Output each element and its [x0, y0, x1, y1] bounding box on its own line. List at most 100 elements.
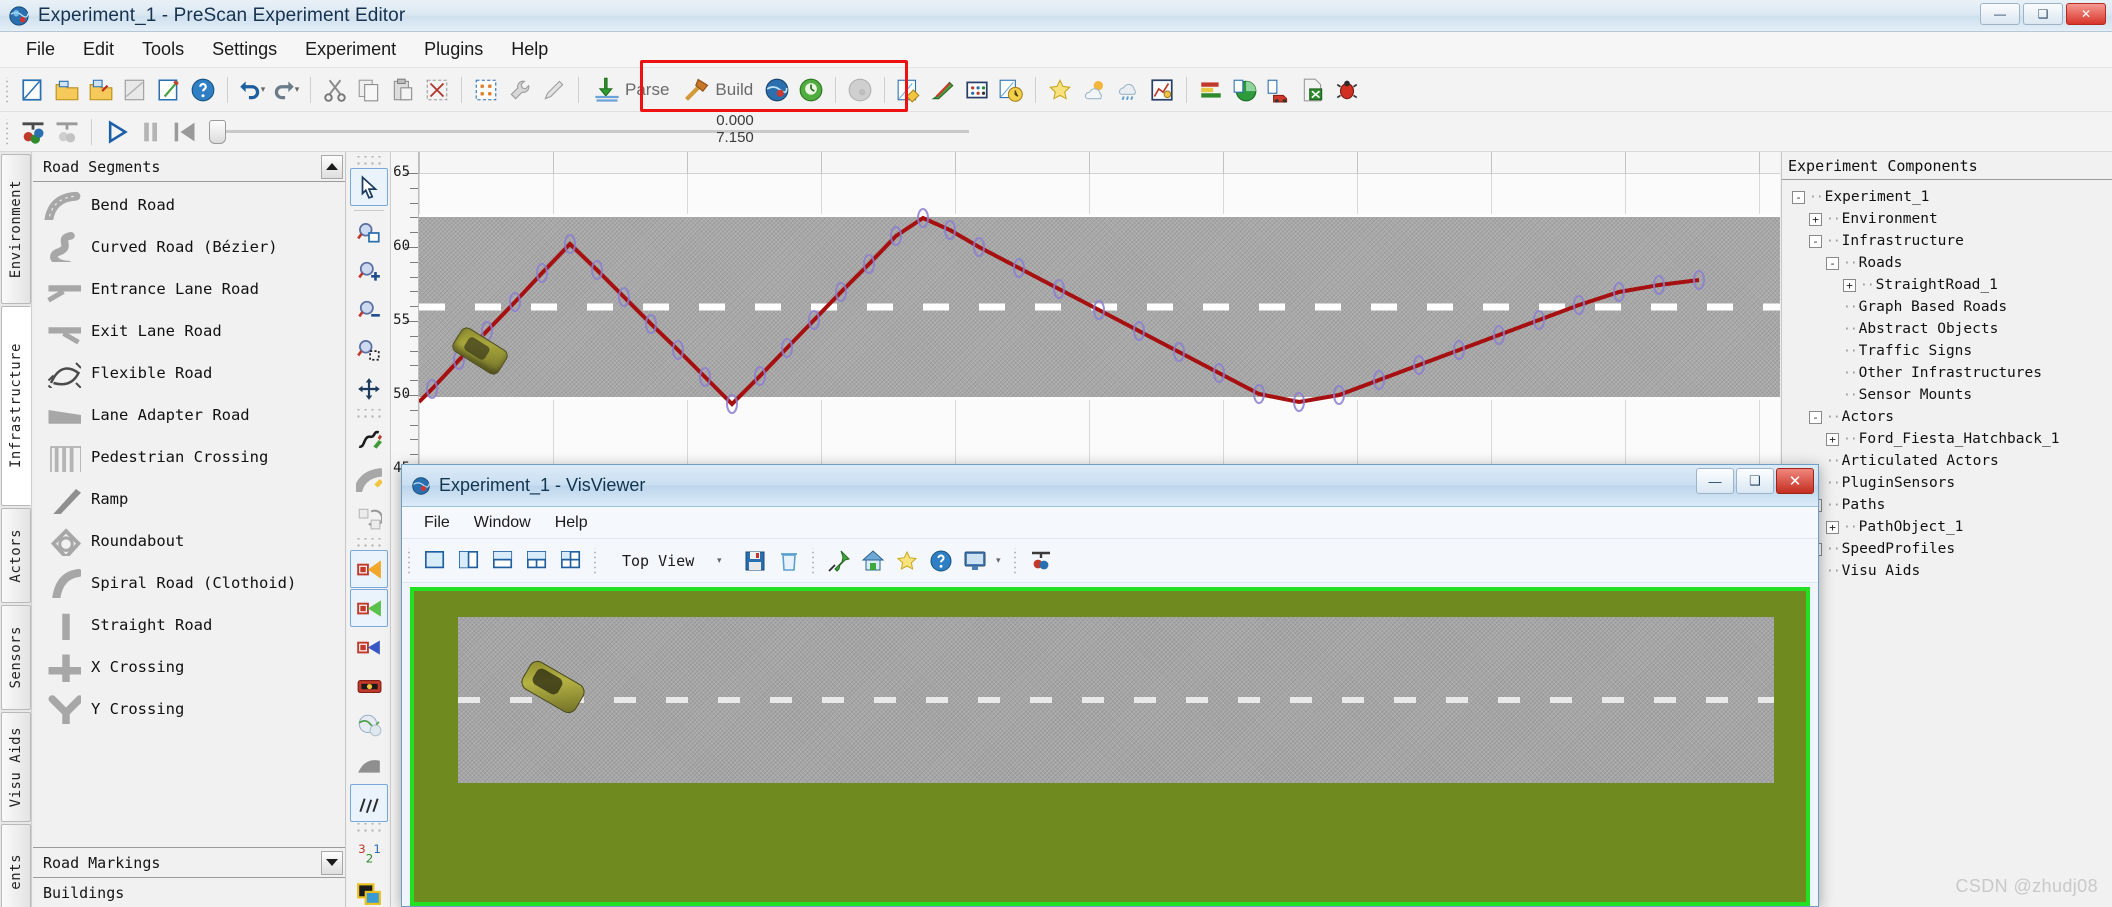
menu-file[interactable]: File — [12, 35, 69, 64]
tree-node-experiment_1[interactable]: - ·· Experiment_1 — [1786, 186, 2112, 208]
new-experiment-button[interactable] — [16, 73, 50, 107]
palette-item-pedestrian-crossing[interactable]: Pedestrian Crossing — [33, 436, 345, 478]
display-monitor-button[interactable] — [958, 545, 992, 577]
view-mode-label[interactable]: Top View — [604, 552, 704, 570]
open-experiment-button[interactable] — [50, 73, 84, 107]
rewind-button[interactable] — [167, 115, 201, 149]
build-tools-button[interactable] — [892, 73, 926, 107]
visviewer-maximize-button[interactable]: ❑ — [1736, 468, 1774, 494]
slider-track[interactable] — [223, 130, 969, 133]
weather-sun-cloud-button[interactable] — [1077, 73, 1111, 107]
sidebar-tab-infrastructure[interactable]: Infrastructure — [1, 306, 31, 506]
chevron-down-icon[interactable]: ▾ — [295, 84, 300, 95]
run-realtime-button[interactable] — [794, 73, 828, 107]
select-all-button[interactable] — [469, 73, 503, 107]
toolstrip-grip[interactable] — [354, 156, 383, 168]
tree-node-graph-based-roads[interactable]: ·· Graph Based Roads — [1786, 296, 2112, 318]
run-simulink-button[interactable] — [760, 73, 794, 107]
scene-home-button[interactable] — [856, 545, 890, 577]
sidebar-tab-environment[interactable]: Environment — [1, 154, 31, 304]
toolstrip-grip[interactable] — [354, 823, 383, 835]
save-as-button[interactable] — [118, 73, 152, 107]
zoom-window-tool-button[interactable] — [350, 214, 388, 252]
redo-button[interactable]: ▾ — [269, 73, 303, 107]
tree-node-pluginsensors[interactable]: ·· PluginSensors — [1786, 472, 2112, 494]
weather-rain-button[interactable] — [1111, 73, 1145, 107]
tree-node-pathobject_1[interactable]: + ·· PathObject_1 — [1786, 516, 2112, 538]
palette-category-road-markings[interactable]: Road Markings — [33, 847, 345, 877]
tree-node-straightroad_1[interactable]: + ·· StraightRoad_1 — [1786, 274, 2112, 296]
slider-handle[interactable] — [209, 119, 226, 144]
tree-node-infrastructure[interactable]: - ·· Infrastructure — [1786, 230, 2112, 252]
palette-item-lane-adapter-road[interactable]: Lane Adapter Road — [33, 394, 345, 436]
debug-bug-button[interactable] — [1330, 73, 1364, 107]
paste-button[interactable] — [386, 73, 420, 107]
pin-button[interactable] — [822, 545, 856, 577]
toolbar-grip[interactable] — [406, 547, 414, 574]
select-arrow-tool-button[interactable] — [349, 168, 388, 206]
vehicle-data-button[interactable] — [1262, 73, 1296, 107]
chevron-down-icon[interactable]: ▾ — [261, 84, 266, 95]
favorites-star-button[interactable] — [1043, 73, 1077, 107]
close-button[interactable]: ✕ — [2066, 3, 2106, 25]
palette-item-entrance-lane-road[interactable]: Entrance Lane Road — [33, 268, 345, 310]
palette-item-roundabout[interactable]: Roundabout — [33, 520, 345, 562]
tis-sensor-tool-button[interactable] — [350, 667, 388, 705]
toolbar-grip[interactable] — [1012, 547, 1021, 574]
edit-path-tool-button[interactable] — [350, 421, 388, 459]
layout-single-button[interactable] — [418, 545, 452, 577]
pan-move-tool-button[interactable] — [350, 370, 388, 408]
lidar-sensor-tool-button[interactable] — [350, 628, 388, 666]
parse-button[interactable]: Parse — [586, 73, 676, 107]
expand-toggle-icon[interactable]: + — [1809, 212, 1822, 226]
run-disabled-button[interactable] — [843, 73, 877, 107]
tree-node-actors[interactable]: - ·· Actors — [1786, 406, 2112, 428]
palette-item-curved-road-b-zier[interactable]: Curved Road (Bézier) — [33, 226, 345, 269]
sidebar-tab-ents[interactable]: ents — [1, 824, 31, 907]
save-view-button[interactable] — [738, 545, 772, 577]
save-experiment-button[interactable] — [84, 73, 118, 107]
collapse-toggle-icon[interactable]: - — [1809, 410, 1822, 424]
sidebar-tab-visu-aids[interactable]: Visu Aids — [1, 712, 31, 822]
cut-button[interactable] — [318, 73, 352, 107]
pause-button[interactable] — [133, 115, 167, 149]
toolbar-grip[interactable] — [810, 547, 819, 574]
palette-item-y-crossing[interactable]: Y Crossing — [33, 688, 345, 733]
undo-button[interactable]: ▾ — [235, 73, 269, 107]
camera-sensor-tool-button[interactable] — [349, 550, 388, 588]
sim-config-button[interactable] — [50, 115, 84, 149]
menu-plugins[interactable]: Plugins — [410, 35, 497, 64]
menu-help[interactable]: Help — [497, 35, 562, 64]
copy-button[interactable] — [352, 73, 386, 107]
layout-three-panes-button[interactable] — [520, 545, 554, 577]
zoom-out-tool-button[interactable] — [350, 292, 388, 330]
experiment-edit-button[interactable] — [926, 73, 960, 107]
trajectory-tool-button[interactable] — [349, 784, 388, 822]
layers-button[interactable] — [1194, 73, 1228, 107]
menu-edit[interactable]: Edit — [69, 35, 128, 64]
pencil-button[interactable] — [537, 73, 571, 107]
palette-scroll-up-button[interactable] — [321, 154, 343, 179]
visviewer-3d-viewport[interactable] — [410, 587, 1810, 906]
tree-node-speedprofiles[interactable]: +··SpeedProfiles — [1786, 538, 2112, 560]
palette-item-straight-road[interactable]: Straight Road — [33, 604, 345, 646]
plot-settings-button[interactable] — [1145, 73, 1179, 107]
export-excel-button[interactable] — [1296, 73, 1330, 107]
menu-tools[interactable]: Tools — [128, 35, 198, 64]
delete-button[interactable] — [420, 73, 454, 107]
rotate-tool-tool-button[interactable] — [350, 499, 388, 537]
tree-node-sensor-mounts[interactable]: ·· Sensor Mounts — [1786, 384, 2112, 406]
sidebar-tab-sensors[interactable]: Sensors — [1, 605, 31, 710]
palette-item-bend-road[interactable]: Bend Road — [33, 184, 345, 227]
toolbar-grip[interactable] — [592, 547, 600, 574]
tree-node-paths[interactable]: -··Paths — [1786, 494, 2112, 516]
visviewer-menu-help[interactable]: Help — [543, 511, 600, 535]
delete-view-button[interactable] — [772, 545, 806, 577]
menu-settings[interactable]: Settings — [198, 35, 291, 64]
expand-toggle-icon[interactable]: + — [1843, 278, 1856, 292]
visviewer-window[interactable]: Experiment_1 - VisViewer — ❑ ✕ File Wind… — [401, 464, 1819, 907]
terrain-tool-button[interactable] — [350, 745, 388, 783]
favorite-star-button[interactable] — [890, 545, 924, 577]
zoom-in-tool-button[interactable] — [350, 253, 388, 291]
display-dropdown-button[interactable]: ▾ — [992, 545, 1008, 577]
